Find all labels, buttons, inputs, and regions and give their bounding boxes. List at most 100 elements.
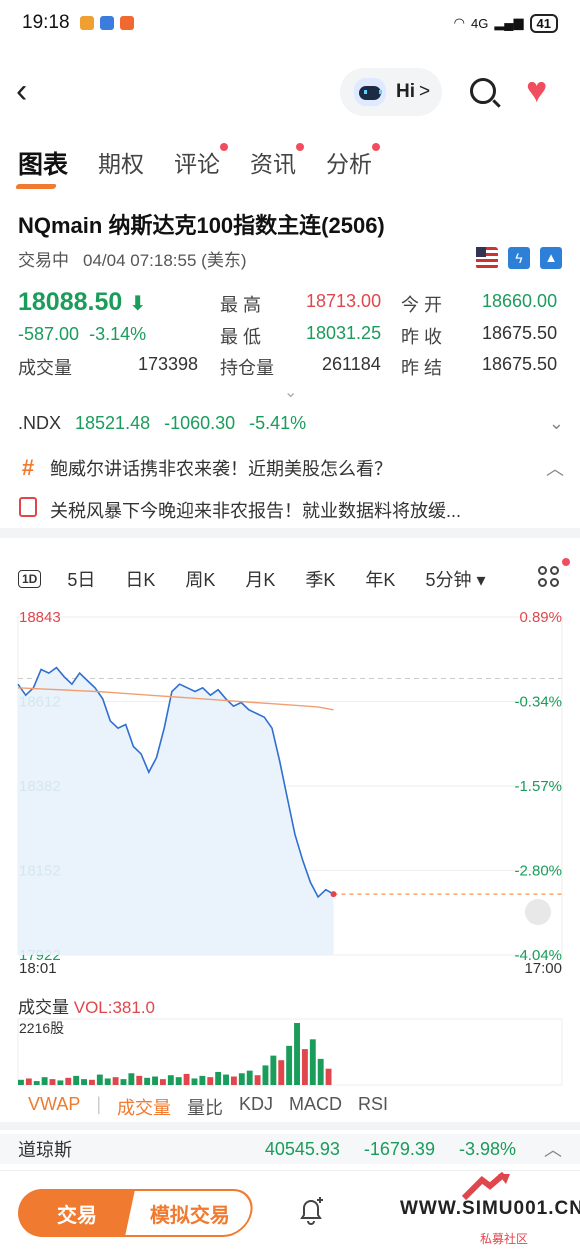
volume-bar — [18, 1079, 24, 1085]
news-headline: 鲍威尔讲话携非农来袭！近期美股怎么看？ — [50, 459, 392, 479]
volume-bar — [325, 1068, 332, 1085]
volume-bar — [73, 1075, 80, 1085]
index-label: 道琼斯 — [18, 1140, 72, 1160]
volume-bar — [49, 1079, 56, 1085]
heart-icon[interactable]: ♥ — [526, 70, 547, 110]
high-value: 18713.00 — [306, 291, 382, 311]
y-tick-right: -0.34% — [514, 694, 562, 711]
index-row-dow[interactable]: 道琼斯 40545.93 -1679.39 -3.98% ︿ — [0, 1134, 580, 1164]
sim-trade-button[interactable]: 模拟交易 — [122, 1189, 258, 1237]
signal-icon: ▂▄▆ — [494, 15, 524, 30]
index-label: .NDX — [18, 413, 62, 433]
indicator-volume-ratio[interactable]: 量比 — [187, 1094, 223, 1120]
trade-button[interactable]: 交易 — [18, 1189, 136, 1237]
period-5d[interactable]: 5日 — [67, 566, 95, 592]
watermark-text: WWW.SIMU001.CN — [400, 1198, 580, 1219]
volume-bar — [120, 1079, 127, 1085]
volume-bar — [223, 1074, 229, 1085]
us-flag-icon — [476, 247, 498, 269]
volume-bar — [207, 1077, 214, 1085]
tab-comments[interactable]: 评论 — [174, 143, 229, 181]
back-icon[interactable]: ‹ — [16, 74, 27, 108]
index-change-pct: -5.41% — [249, 413, 307, 433]
tab-news[interactable]: 资讯 — [250, 143, 305, 181]
volume-bar — [183, 1073, 190, 1085]
divider: | — [96, 1094, 102, 1114]
y-tick-left: 18843 — [19, 609, 61, 626]
open-value: 18660.00 — [482, 291, 558, 311]
low-label: 最 低 — [220, 327, 262, 347]
pyramid-icon[interactable]: ▲ — [540, 247, 562, 269]
chevron-up-icon[interactable]: ︿ — [544, 1136, 562, 1162]
oi-label: 持仓量 — [220, 358, 274, 378]
period-quarterly[interactable]: 季K — [305, 566, 335, 592]
period-yearly[interactable]: 年K — [365, 566, 395, 592]
indicator-rsi[interactable]: RSI — [358, 1094, 388, 1120]
tab-analysis[interactable]: 分析 — [326, 143, 381, 181]
period-daily[interactable]: 日K — [125, 566, 155, 592]
last-price: 18088.50 ⬇ — [18, 288, 146, 316]
tab-chart[interactable]: 图表 — [18, 145, 68, 181]
hashtag-icon: # — [21, 455, 35, 480]
tab-options[interactable]: 期权 — [98, 145, 144, 181]
volume-bar — [294, 1023, 300, 1085]
period-weekly[interactable]: 周K — [185, 566, 215, 592]
notification-dot — [562, 558, 570, 566]
volume-value: 173398 — [138, 354, 199, 374]
index-row-ndx[interactable]: .NDX 18521.48 -1060.30 -5.41% ⌄ — [18, 413, 564, 434]
volume-bar — [278, 1060, 285, 1085]
status-bar: 19:18 ◠ 4G ▂▄▆ 41 — [0, 0, 580, 46]
period-monthly[interactable]: 月K — [245, 566, 275, 592]
index-value: 18521.48 — [75, 413, 151, 433]
chevron-down-icon[interactable]: ⌄ — [549, 413, 564, 434]
watermark-subtext: 私募社区 — [480, 1232, 529, 1246]
price-area — [18, 667, 334, 955]
period-1d[interactable]: 1D — [18, 570, 42, 588]
trading-status: 交易中 — [18, 251, 69, 270]
volume-bar — [65, 1077, 72, 1085]
robot-icon — [354, 78, 386, 106]
volume-bar — [104, 1078, 111, 1085]
lightning-icon[interactable]: ϟ — [508, 247, 530, 269]
volume-label: 成交量 — [18, 358, 72, 378]
news-item[interactable]: 关税风暴下今晚迎来非农报告！就业数据料将放缓... — [18, 497, 564, 523]
news-item[interactable]: # 鲍威尔讲话携非农来袭！近期美股怎么看？ ︿ — [18, 455, 564, 481]
index-change: -1060.30 — [164, 413, 236, 433]
x-tick: 17:00 — [524, 960, 562, 977]
index-value: 40545.93 — [264, 1138, 340, 1159]
period-5min[interactable]: 5分钟 ▾ — [425, 566, 485, 592]
volume-chart[interactable]: 2216股 — [0, 1015, 580, 1090]
jump-latest-icon — [525, 899, 551, 925]
volume-bar — [286, 1045, 293, 1085]
indicator-macd[interactable]: MACD — [289, 1094, 342, 1120]
tab-bar: 图表 期权 评论 资讯 分析 — [18, 143, 381, 181]
indicator-tabs: VWAP | 成交量 量比 KDJ MACD RSI — [28, 1094, 388, 1120]
x-tick: 18:01 — [19, 960, 57, 977]
document-icon — [19, 497, 37, 517]
volume-bar — [96, 1074, 103, 1085]
divider — [0, 1122, 580, 1130]
low-value: 18031.25 — [306, 323, 382, 343]
volume-bar — [199, 1075, 206, 1085]
chevron-right-icon: > — [419, 81, 431, 102]
volume-bar — [254, 1075, 261, 1085]
period-selector: 1D 5日 日K 周K 月K 季K 年K 5分钟 ▾ — [18, 558, 574, 592]
price-change: -587.00 -3.14% — [18, 324, 147, 344]
indicator-volume[interactable]: 成交量 — [117, 1094, 171, 1120]
indicator-vwap[interactable]: VWAP — [28, 1094, 80, 1120]
volume-bar — [81, 1079, 87, 1085]
status-time: 19:18 — [22, 12, 70, 33]
intraday-chart[interactable]: 18843186121838218152179220.89%-0.34%-1.5… — [0, 600, 580, 980]
network-label: 4G — [470, 15, 489, 31]
indicator-kdj[interactable]: KDJ — [239, 1094, 273, 1120]
chevron-up-icon[interactable]: ︿ — [546, 455, 564, 481]
grid-icon[interactable] — [538, 566, 560, 588]
y-tick-right: -1.57% — [514, 778, 562, 795]
expand-chevron-icon[interactable]: ⌄ — [284, 382, 297, 402]
assistant-button[interactable]: Hi > — [340, 68, 442, 116]
index-change-pct: -3.98% — [458, 1138, 516, 1159]
bell-plus-icon[interactable] — [298, 1197, 324, 1225]
volume-bar — [33, 1081, 40, 1085]
search-icon[interactable] — [470, 78, 496, 104]
app-icon — [99, 16, 114, 30]
